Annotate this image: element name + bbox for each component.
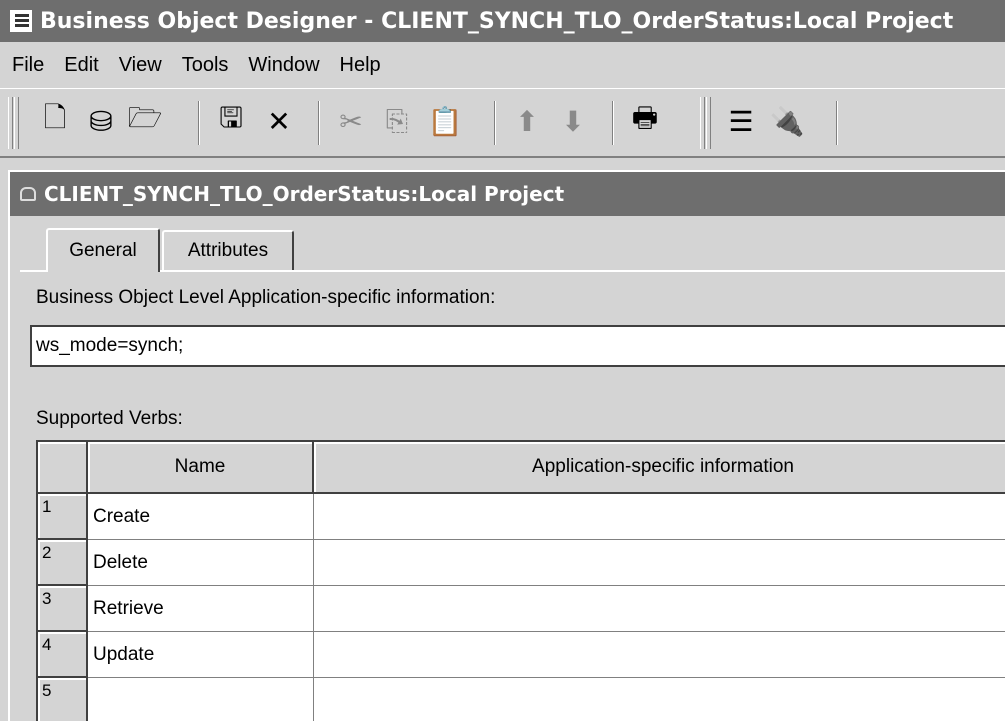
toolbar-separator: [494, 101, 496, 145]
toolbar-separator: [612, 101, 614, 145]
verb-asi-cell[interactable]: [314, 494, 1005, 540]
business-object-icon: [20, 187, 36, 201]
menu-edit[interactable]: Edit: [64, 54, 98, 77]
print-icon[interactable]: 🖶: [628, 102, 662, 139]
verb-name-cell[interactable]: Retrieve: [88, 586, 314, 632]
tab-attributes[interactable]: Attributes: [162, 230, 294, 270]
table-row: 3 Retrieve: [38, 586, 1005, 632]
menu-window[interactable]: Window: [248, 54, 319, 77]
toolbar-grip[interactable]: [14, 97, 19, 149]
toolbar-grip[interactable]: [8, 97, 13, 149]
window-titlebar[interactable]: Business Object Designer - CLIENT_SYNCH_…: [0, 0, 1005, 42]
menu-tools[interactable]: Tools: [182, 54, 229, 77]
row-header[interactable]: 2: [38, 540, 88, 586]
verb-name-cell[interactable]: [88, 678, 314, 721]
table-row: 5: [38, 678, 1005, 721]
row-header[interactable]: 5: [38, 678, 88, 721]
verb-name-cell[interactable]: Update: [88, 632, 314, 678]
verb-name-cell[interactable]: Create: [88, 494, 314, 540]
row-header[interactable]: 1: [38, 494, 88, 540]
table-row: 4 Update: [38, 632, 1005, 678]
verb-name-cell[interactable]: Delete: [88, 540, 314, 586]
menu-help[interactable]: Help: [340, 54, 381, 77]
connect-icon[interactable]: 🔌: [770, 103, 805, 139]
properties-icon[interactable]: ☰: [724, 103, 758, 139]
copy-icon[interactable]: ⎘: [380, 103, 414, 139]
delete-icon[interactable]: ✕: [262, 103, 296, 139]
verbs-table: Name Application-specific information 1 …: [36, 440, 1005, 721]
menu-file[interactable]: File: [12, 54, 44, 77]
toolbar-grip[interactable]: [706, 97, 711, 149]
verb-asi-cell[interactable]: [314, 586, 1005, 632]
verb-asi-cell[interactable]: [314, 540, 1005, 586]
child-window-title: CLIENT_SYNCH_TLO_OrderStatus:Local Proje…: [44, 182, 565, 206]
row-header[interactable]: 3: [38, 586, 88, 632]
paste-icon[interactable]: 📋: [428, 103, 463, 139]
child-window-titlebar[interactable]: CLIENT_SYNCH_TLO_OrderStatus:Local Proje…: [10, 172, 1005, 216]
column-header-asi[interactable]: Application-specific information: [314, 442, 1005, 494]
table-row: 2 Delete: [38, 540, 1005, 586]
window-title: Business Object Designer - CLIENT_SYNCH_…: [40, 8, 954, 34]
tab-general[interactable]: General: [46, 228, 160, 272]
asi-label: Business Object Level Application-specif…: [36, 287, 496, 308]
move-up-icon[interactable]: ⬆: [510, 103, 544, 139]
tab-strip-line: [20, 270, 1005, 272]
open-project-icon[interactable]: ⛁: [84, 103, 118, 139]
new-icon[interactable]: 🗋: [38, 102, 72, 139]
row-header[interactable]: 4: [38, 632, 88, 678]
verb-asi-cell[interactable]: [314, 632, 1005, 678]
table-corner-header[interactable]: [38, 442, 88, 494]
open-folder-icon[interactable]: 🗁: [128, 102, 163, 139]
toolbar-separator: [318, 101, 320, 145]
move-down-icon[interactable]: ⬇: [556, 103, 590, 139]
menu-bar: File Edit View Tools Window Help: [0, 42, 1005, 88]
table-row: 1 Create: [38, 494, 1005, 540]
save-icon[interactable]: 🖫: [214, 102, 248, 139]
cut-icon[interactable]: ✂: [334, 103, 368, 139]
toolbar-grip[interactable]: [700, 97, 705, 149]
column-header-name[interactable]: Name: [88, 442, 314, 494]
toolbar-separator: [836, 101, 838, 145]
toolbar-separator: [198, 101, 200, 145]
toolbar: 🗋 ⛁ 🗁 🖫 ✕ ✂ ⎘ 📋 ⬆ ⬇ 🖶 ☰ 🔌: [0, 88, 1005, 158]
menu-view[interactable]: View: [119, 54, 162, 77]
verb-asi-cell[interactable]: [314, 678, 1005, 721]
asi-input[interactable]: ws_mode=synch;: [30, 325, 1005, 367]
app-icon: [10, 10, 32, 32]
supported-verbs-label: Supported Verbs:: [36, 408, 183, 429]
